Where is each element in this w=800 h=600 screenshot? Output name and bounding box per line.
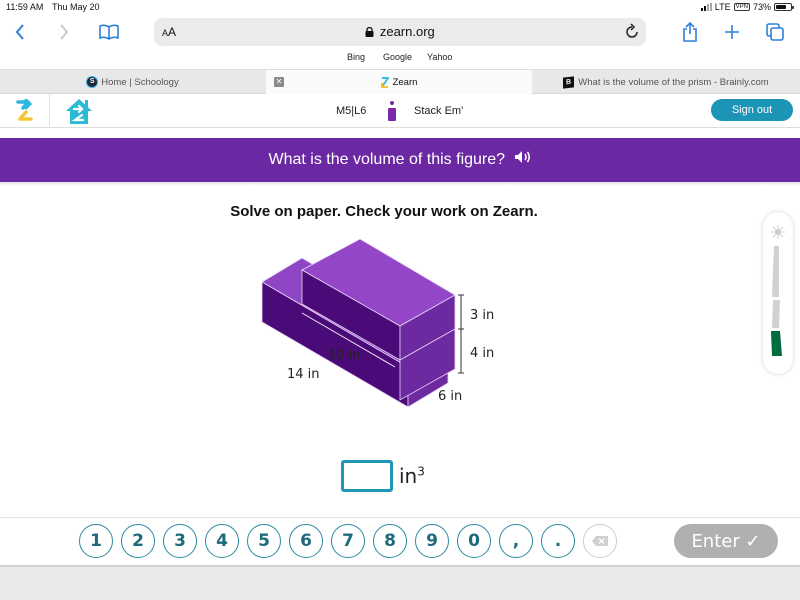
- status-time: 11:59 AM: [6, 2, 44, 12]
- chevron-left-icon: [15, 24, 24, 40]
- book-icon: [99, 24, 119, 40]
- vpn-badge: VPN: [733, 3, 750, 11]
- key-decimal[interactable]: .: [541, 524, 575, 558]
- bookmark-bing[interactable]: Bing: [347, 52, 365, 62]
- label-top-length: 10 in: [328, 348, 361, 363]
- zearn-logo-icon: [16, 98, 33, 121]
- battery-percent: 73%: [752, 2, 771, 12]
- address-bar[interactable]: AA zearn.org: [154, 18, 646, 46]
- tab-label: Home | Schoology: [101, 76, 179, 88]
- header-divider: [49, 94, 50, 128]
- backspace-icon: [592, 536, 608, 546]
- bookmarks-button[interactable]: [98, 20, 120, 44]
- key-7[interactable]: 7: [331, 524, 365, 558]
- bookmark-yahoo[interactable]: Yahoo: [427, 52, 452, 62]
- sign-out-button[interactable]: Sign out: [711, 99, 793, 121]
- key-2[interactable]: 2: [121, 524, 155, 558]
- status-bar: 11:59 AM Thu May 20 LTE VPN 73%: [0, 0, 800, 16]
- network-type: LTE: [714, 2, 731, 12]
- battery-icon: [774, 3, 794, 11]
- key-0[interactable]: 0: [457, 524, 491, 558]
- brainly-favicon-icon: B: [563, 75, 575, 89]
- tab-brainly[interactable]: B What is the volume of the prism - Brai…: [532, 70, 800, 94]
- home-button[interactable]: [64, 97, 94, 130]
- label-bottom-length: 14 in: [287, 367, 320, 382]
- label-width: 6 in: [438, 389, 462, 404]
- reload-button[interactable]: [624, 22, 640, 45]
- tabs-icon: [766, 23, 784, 41]
- forward-button[interactable]: [56, 20, 72, 44]
- key-comma[interactable]: ,: [499, 524, 533, 558]
- lesson-character-icon: [387, 100, 397, 127]
- unit-base: in: [399, 464, 418, 488]
- sparkle-icon: [771, 225, 785, 239]
- answer-row: in3: [341, 460, 425, 492]
- favorites-bar: Bing Google Yahoo: [0, 50, 800, 66]
- tab-label: What is the volume of the prism - Brainl…: [578, 76, 769, 88]
- answer-input[interactable]: [341, 460, 393, 492]
- key-9[interactable]: 9: [415, 524, 449, 558]
- key-5[interactable]: 5: [247, 524, 281, 558]
- zearn-logo[interactable]: [16, 98, 34, 128]
- enter-button[interactable]: Enter ✓: [674, 524, 778, 558]
- meter-segment: [772, 300, 780, 328]
- question-banner: What is the volume of this figure?: [0, 138, 800, 182]
- app-header: M5|L6 Stack Em': [0, 94, 800, 128]
- label-top-height: 3 in: [470, 308, 494, 323]
- share-icon: [683, 22, 697, 42]
- signal-icon: [700, 3, 712, 11]
- lesson-code: M5|L6: [336, 105, 367, 117]
- home-icon: [66, 99, 92, 124]
- unit-exponent: 3: [417, 464, 425, 479]
- unit-label: in3: [399, 464, 425, 488]
- progress-meter: [763, 212, 793, 374]
- browser-toolbar: AA zearn.org: [0, 16, 800, 48]
- new-tab-button[interactable]: [722, 20, 742, 44]
- question-prompt: What is the volume of this figure?: [268, 151, 506, 169]
- plus-icon: [725, 25, 739, 39]
- key-3[interactable]: 3: [163, 524, 197, 558]
- keypad-divider: [0, 517, 800, 518]
- share-button[interactable]: [680, 20, 700, 44]
- lesson-name: Stack Em': [414, 105, 464, 117]
- bookmark-google[interactable]: Google: [383, 52, 412, 62]
- key-8[interactable]: 8: [373, 524, 407, 558]
- zearn-favicon-icon: [380, 76, 389, 88]
- tab-zearn[interactable]: Zearn: [266, 70, 532, 94]
- status-date: Thu May 20: [52, 2, 100, 12]
- tabs-overview-button[interactable]: [765, 20, 785, 44]
- meter-segment: [772, 246, 779, 297]
- lock-icon: [365, 26, 374, 37]
- browser-tabs: S Home | Schoology Zearn ✕ B What is the…: [0, 69, 800, 94]
- key-1[interactable]: 1: [79, 524, 113, 558]
- chevron-right-icon: [60, 24, 69, 40]
- key-4[interactable]: 4: [205, 524, 239, 558]
- bottom-panel: [0, 565, 800, 600]
- back-button[interactable]: [12, 20, 28, 44]
- schoology-favicon-icon: S: [87, 77, 98, 87]
- meter-segment: [771, 331, 782, 356]
- number-keypad: 1 2 3 4 5 6 7 8 9 0 , .: [79, 524, 617, 558]
- prism-figure: 3 in 4 in 6 in 10 in 14 in: [261, 238, 494, 408]
- backspace-button[interactable]: [583, 524, 617, 558]
- url-display[interactable]: zearn.org: [154, 24, 646, 39]
- instructions: Solve on paper. Check your work on Zearn…: [230, 203, 538, 220]
- tab-schoology[interactable]: S Home | Schoology: [0, 70, 266, 94]
- label-bottom-height: 4 in: [470, 346, 494, 361]
- tab-label: Zearn: [392, 76, 418, 88]
- banner-shadow: [0, 182, 800, 186]
- key-6[interactable]: 6: [289, 524, 323, 558]
- close-tab-icon[interactable]: ✕: [274, 77, 284, 87]
- speaker-icon[interactable]: [514, 138, 532, 182]
- reload-icon: [626, 23, 638, 38]
- url-text: zearn.org: [379, 24, 435, 39]
